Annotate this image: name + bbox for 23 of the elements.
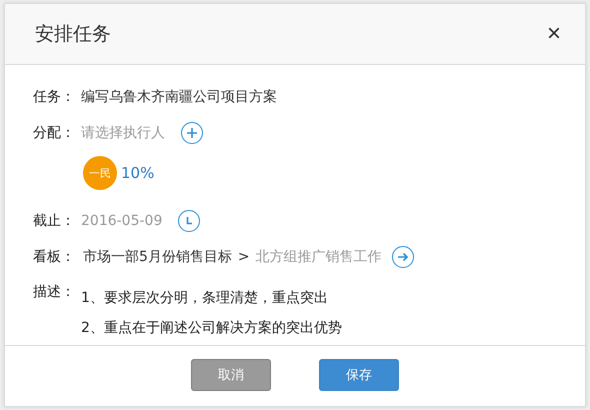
- plus-icon: [186, 127, 198, 139]
- clock-button[interactable]: [178, 210, 200, 232]
- save-button[interactable]: 保存: [319, 359, 399, 391]
- description-line: 1、要求层次分明，条理清楚，重点突出: [81, 289, 329, 307]
- cancel-button[interactable]: 取消: [191, 359, 271, 391]
- task-name: 编写乌鲁木齐南疆公司项目方案: [81, 88, 277, 106]
- close-button[interactable]: ×: [542, 22, 565, 46]
- field-label: 分配：: [33, 124, 76, 142]
- add-assignee-button[interactable]: [181, 122, 203, 144]
- field-label: 看板：: [33, 248, 76, 266]
- board-current[interactable]: 北方组推广销售工作: [256, 248, 382, 266]
- deadline-date[interactable]: 2016-05-09: [81, 213, 162, 229]
- description-line: 2、重点在于阐述公司解决方案的突出优势: [81, 319, 342, 337]
- dialog-title: 安排任务: [35, 22, 111, 47]
- go-button[interactable]: [392, 246, 414, 268]
- assignee-placeholder[interactable]: 请选择执行人: [81, 124, 165, 142]
- field-label: 任务：: [33, 88, 76, 106]
- field-label: 截止：: [33, 212, 76, 230]
- breadcrumb-separator: >: [238, 249, 250, 265]
- board-parent[interactable]: 市场一部5月份销售目标: [83, 248, 232, 266]
- arrow-right-icon: [396, 251, 409, 263]
- assignee-avatar[interactable]: 一民: [83, 156, 117, 190]
- field-label: 描述：: [33, 283, 76, 301]
